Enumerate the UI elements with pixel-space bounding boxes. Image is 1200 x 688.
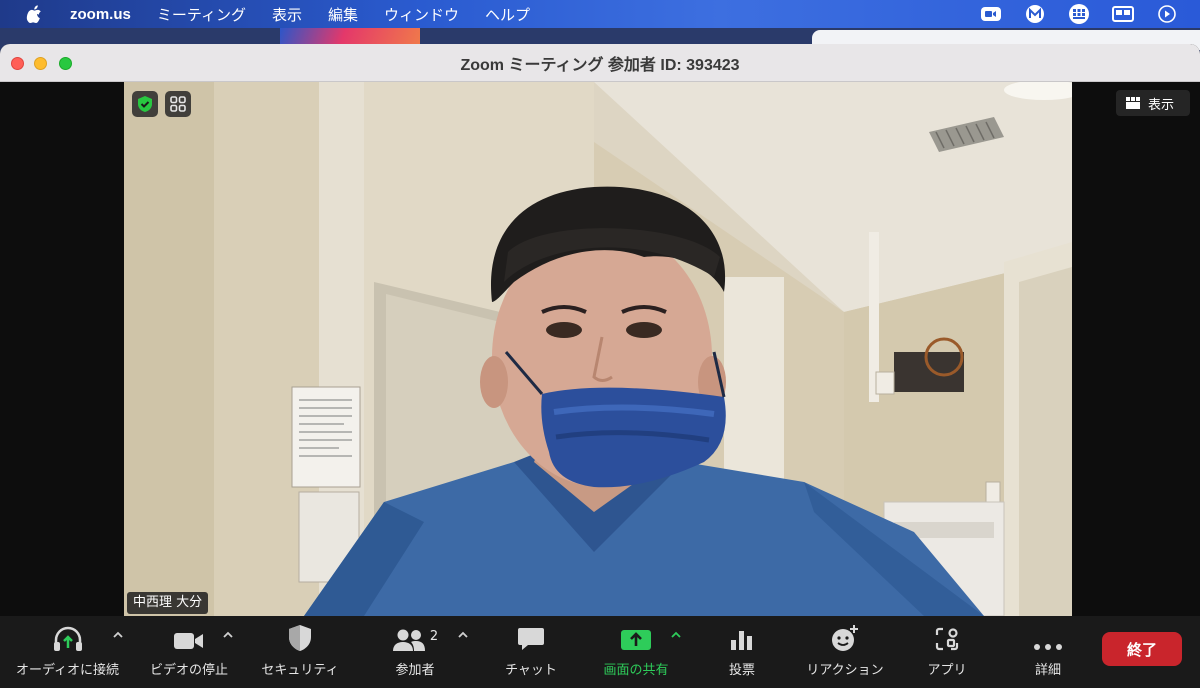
join-audio-button[interactable]: オーディオに接続 bbox=[10, 624, 125, 678]
macos-menu-bar: zoom.us ミーティング 表示 編集 ウィンドウ ヘルプ bbox=[0, 0, 1200, 28]
participants-label: 参加者 bbox=[395, 663, 435, 678]
share-screen-label: 画面の共有 bbox=[603, 663, 669, 678]
share-screen-button[interactable]: 画面の共有 bbox=[598, 624, 674, 678]
menu-app-name[interactable]: zoom.us bbox=[70, 6, 131, 23]
chat-bubble-icon bbox=[518, 628, 544, 650]
menu-meeting[interactable]: ミーティング bbox=[157, 4, 246, 25]
apps-icon bbox=[935, 627, 959, 651]
smiley-plus-icon bbox=[832, 625, 858, 651]
apple-logo-icon[interactable] bbox=[26, 5, 42, 23]
view-layout-label: 表示 bbox=[1148, 97, 1175, 113]
share-screen-icon bbox=[621, 630, 651, 650]
more-label: 詳細 bbox=[1034, 663, 1061, 678]
reactions-button[interactable]: リアクション bbox=[800, 624, 890, 678]
zoom-video-icon[interactable] bbox=[980, 3, 1002, 25]
participants-icon bbox=[392, 629, 425, 651]
video-camera-icon bbox=[174, 633, 203, 649]
window-title: Zoom ミーティング 参加者 ID: 393423 bbox=[460, 56, 740, 74]
participant-name-tag: 中西理 大分 bbox=[127, 592, 209, 614]
more-button[interactable]: 詳細 bbox=[1022, 624, 1074, 678]
security-label: セキュリティ bbox=[261, 663, 339, 678]
more-dots-icon bbox=[1034, 644, 1062, 650]
close-window-button[interactable] bbox=[11, 57, 24, 70]
share-options-chevron-icon[interactable] bbox=[670, 630, 682, 640]
security-button[interactable]: セキュリティ bbox=[256, 624, 344, 678]
chat-label: チャット bbox=[505, 663, 557, 678]
fullscreen-window-button[interactable] bbox=[59, 57, 72, 70]
apps-button[interactable]: アプリ bbox=[920, 624, 974, 678]
participants-count: 2 bbox=[429, 629, 439, 644]
chat-button[interactable]: チャット bbox=[496, 624, 566, 678]
menu-view[interactable]: 表示 bbox=[272, 4, 302, 25]
participants-button[interactable]: 2 参加者 bbox=[385, 624, 445, 678]
play-circle-icon[interactable] bbox=[1156, 3, 1178, 25]
menu-window[interactable]: ウィンドウ bbox=[384, 4, 459, 25]
zoom-meeting-window: Zoom ミーティング 参加者 ID: 393423 表示 中西理 大分 オーデ… bbox=[0, 44, 1200, 688]
language-grid-icon[interactable] bbox=[1068, 3, 1090, 25]
menu-edit[interactable]: 編集 bbox=[328, 4, 358, 25]
minimize-window-button[interactable] bbox=[34, 57, 47, 70]
m-app-icon[interactable] bbox=[1024, 3, 1046, 25]
join-audio-label: オーディオに接続 bbox=[15, 663, 120, 678]
headphone-icon bbox=[53, 626, 82, 651]
bar-chart-icon bbox=[731, 631, 752, 650]
meeting-stage: 表示 中西理 大分 bbox=[0, 82, 1200, 616]
audio-options-chevron-icon[interactable] bbox=[112, 630, 124, 640]
participant-video bbox=[124, 82, 1072, 616]
meeting-info-grid-icon[interactable] bbox=[165, 91, 191, 117]
encryption-shield-icon[interactable] bbox=[132, 91, 158, 117]
menu-help[interactable]: ヘルプ bbox=[485, 4, 530, 25]
view-layout-button[interactable]: 表示 bbox=[1116, 90, 1190, 116]
video-frame-image bbox=[124, 82, 1072, 616]
end-meeting-button[interactable]: 終了 bbox=[1102, 632, 1182, 666]
participants-options-chevron-icon[interactable] bbox=[457, 630, 469, 640]
security-shield-icon bbox=[289, 625, 311, 651]
polls-label: 投票 bbox=[728, 663, 755, 678]
apps-label: アプリ bbox=[927, 663, 967, 678]
display-icon[interactable] bbox=[1112, 3, 1134, 25]
window-titlebar: Zoom ミーティング 参加者 ID: 393423 bbox=[0, 44, 1200, 82]
reactions-label: リアクション bbox=[806, 663, 884, 678]
stop-video-button[interactable]: ビデオの停止 bbox=[145, 624, 233, 678]
polls-button[interactable]: 投票 bbox=[716, 624, 768, 678]
meeting-toolbar: オーディオに接続 ビデオの停止 セキュリティ 2 参加者 チャット 画面の共有 … bbox=[0, 616, 1200, 688]
layout-grid-icon bbox=[1126, 97, 1140, 109]
video-options-chevron-icon[interactable] bbox=[222, 630, 234, 640]
stop-video-label: ビデオの停止 bbox=[149, 663, 228, 678]
